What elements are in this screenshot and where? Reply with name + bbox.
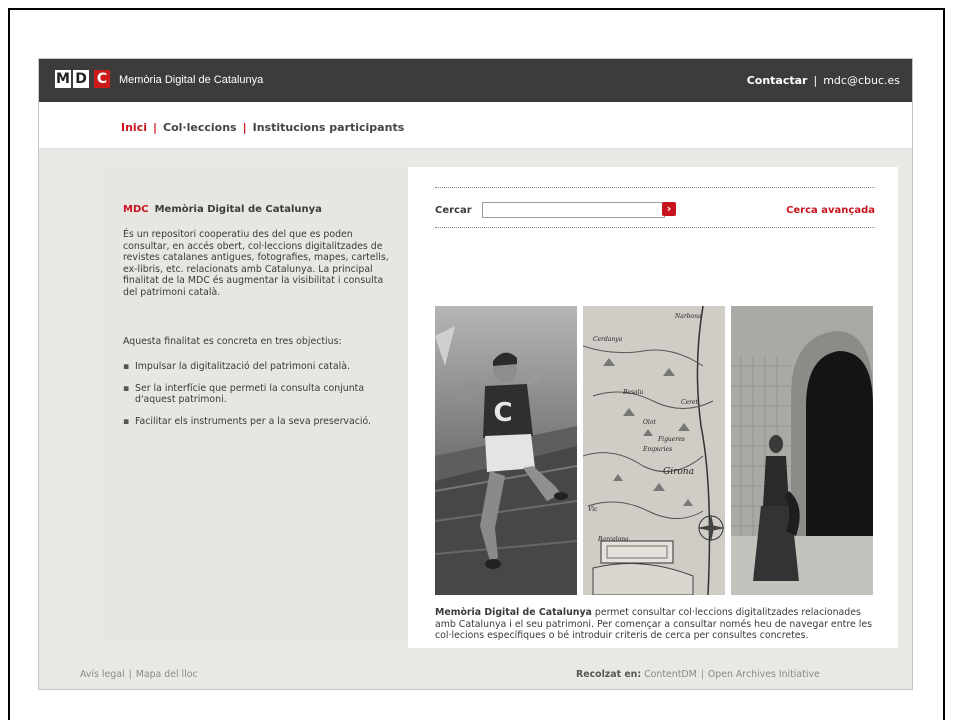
search-go-button[interactable]: › bbox=[662, 202, 676, 216]
search-label: Cercar bbox=[435, 205, 472, 216]
contact-separator: | bbox=[813, 74, 818, 87]
oai-link[interactable]: Open Archives Initiative bbox=[708, 669, 820, 680]
harvested-label: Recolzat en: bbox=[576, 669, 642, 680]
jersey-letter: C bbox=[493, 398, 512, 428]
divider-search bbox=[435, 227, 875, 228]
nav-separator: | bbox=[153, 121, 158, 134]
map-label: Narbona bbox=[674, 313, 702, 320]
about-intro: És un repositori cooperatiu des del que … bbox=[123, 229, 389, 298]
photo-athlete[interactable]: C bbox=[435, 306, 577, 595]
about-heading-text: Memòria Digital de Catalunya bbox=[154, 204, 322, 215]
sitemap-link[interactable]: Mapa del lloc bbox=[136, 669, 198, 680]
map-label: Ceret bbox=[681, 399, 699, 406]
contact-link[interactable]: Contactar bbox=[747, 74, 808, 87]
map-label: Girona bbox=[663, 467, 694, 477]
objective-item: Facilitar els instruments per a la seva … bbox=[123, 416, 395, 428]
about-heading-abbr: MDC bbox=[123, 204, 149, 215]
about-heading: MDC Memòria Digital de Catalunya bbox=[123, 204, 322, 215]
legal-link[interactable]: Avís legal bbox=[80, 669, 125, 680]
footer-separator: | bbox=[700, 669, 704, 680]
photo-woman-doorway[interactable] bbox=[731, 306, 873, 595]
photo-historic-map[interactable]: Narbona Cerdanya Girona Vic Barcelona Ce… bbox=[583, 306, 725, 595]
search-input[interactable] bbox=[482, 202, 665, 218]
objectives-list: Impulsar la digitalització del patrimoni… bbox=[123, 361, 395, 437]
map-label: Olot bbox=[643, 419, 656, 426]
about-panel: MDC Memòria Digital de Catalunya És un re… bbox=[97, 168, 408, 647]
about-goal: Aquesta finalitat es concreta en tres ob… bbox=[123, 336, 342, 347]
map-label: Vic bbox=[588, 506, 598, 513]
footer-separator: | bbox=[128, 669, 132, 680]
contentdm-link[interactable]: ContentDM bbox=[644, 669, 697, 680]
objective-item: Impulsar la digitalització del patrimoni… bbox=[123, 361, 395, 373]
logo-letter-m: M bbox=[55, 70, 71, 88]
map-label: Figueres bbox=[657, 436, 685, 443]
site-description-bold: Memòria Digital de Catalunya bbox=[435, 607, 592, 618]
top-header-bar: M D C Memòria Digital de Catalunya Conta… bbox=[39, 59, 912, 102]
site-description: Memòria Digital de Catalunya permet cons… bbox=[435, 607, 880, 642]
site-title: Memòria Digital de Catalunya bbox=[119, 74, 264, 86]
mdc-logo[interactable]: M D C bbox=[55, 70, 112, 90]
nav-item-colleccions[interactable]: Col·leccions bbox=[163, 121, 237, 134]
site-container: M D C Memòria Digital de Catalunya Conta… bbox=[38, 58, 913, 690]
logo-letter-d: D bbox=[73, 70, 89, 88]
footer-left: Avís legal | Mapa del lloc bbox=[80, 669, 198, 680]
footer-right: Recolzat en: ContentDM | Open Archives Ini… bbox=[576, 669, 820, 680]
main-nav-bar: Inici | Col·leccions | Institucions particip… bbox=[39, 102, 912, 149]
nav-separator: | bbox=[242, 121, 247, 134]
objective-item: Ser la interfície que permeti la consult… bbox=[123, 383, 395, 406]
map-label: Cerdanya bbox=[593, 336, 623, 343]
main-content-panel: Cercar › Cerca avançada C Narbona Cerdan… bbox=[408, 167, 898, 648]
advanced-search-link[interactable]: Cerca avançada bbox=[786, 205, 875, 216]
nav-item-institucions[interactable]: Institucions participants bbox=[253, 121, 405, 134]
main-nav: Inici | Col·leccions | Institucions particip… bbox=[121, 121, 404, 134]
map-label: Besalu bbox=[622, 389, 644, 396]
contact-area: Contactar | mdc@cbuc.es bbox=[747, 74, 900, 87]
nav-item-inici[interactable]: Inici bbox=[121, 121, 147, 134]
logo-letter-c: C bbox=[94, 70, 110, 88]
map-label: Empuries bbox=[642, 446, 672, 453]
divider-top bbox=[435, 187, 875, 188]
email-link[interactable]: mdc@cbuc.es bbox=[823, 74, 900, 87]
